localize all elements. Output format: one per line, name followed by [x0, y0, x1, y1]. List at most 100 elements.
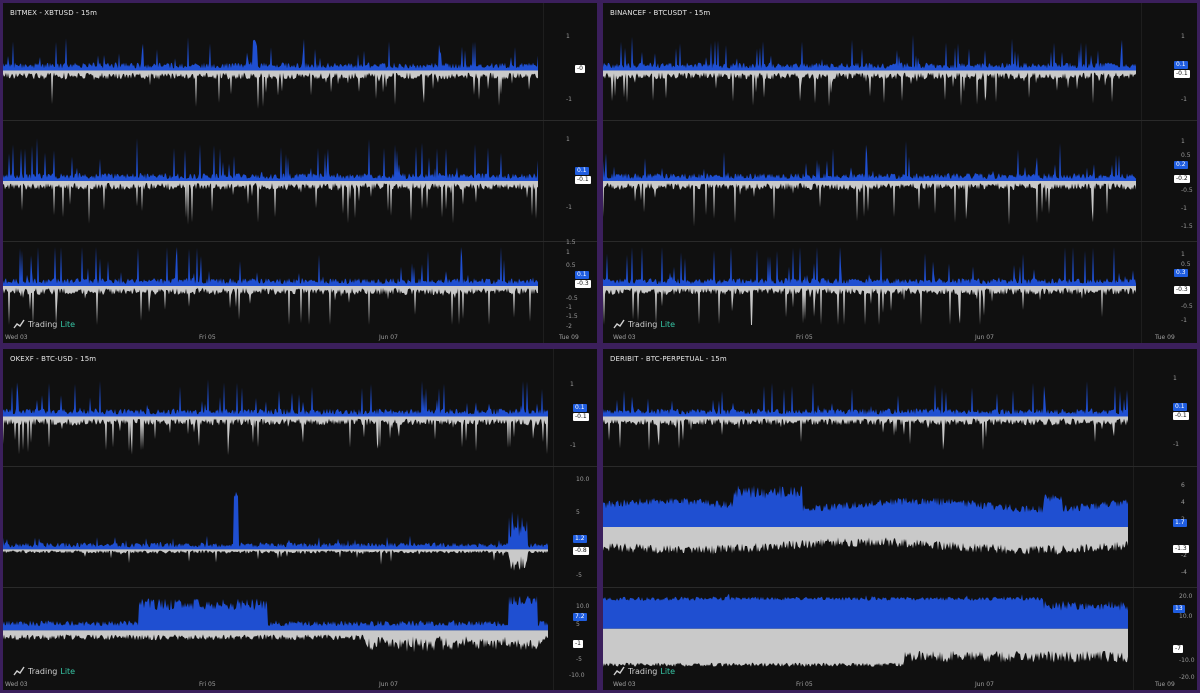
sell-volume-area	[3, 70, 538, 109]
value-badge-buy: 0.1	[575, 271, 589, 279]
delta-chart-pane-1[interactable]	[3, 369, 549, 464]
delta-chart-pane-3[interactable]	[3, 245, 539, 327]
delta-chart-pane-1[interactable]	[3, 23, 539, 118]
buy-volume-area	[603, 593, 1128, 629]
value-badge-buy: 13	[1173, 605, 1185, 613]
x-axis-label: Tue 09	[559, 334, 579, 341]
axis-tick: -5	[576, 656, 582, 663]
price-axis-divider	[1141, 3, 1142, 343]
chart-panel-binancef[interactable]: BINANCEF - BTCUSDT - 15m 1 -1 0.1 -0.1 1…	[603, 3, 1197, 343]
x-axis-label: Jun 07	[379, 334, 398, 341]
axis-tick: 0.5	[566, 262, 576, 269]
axis-tick: 10.0	[576, 603, 590, 610]
sell-volume-area	[603, 70, 1136, 107]
buy-volume-area	[3, 595, 548, 631]
tradinglite-logo: Trading Lite	[13, 666, 75, 676]
axis-tick: -10.0	[569, 672, 585, 679]
panel-title: OKEXF - BTC-USD - 15m	[10, 355, 97, 363]
axis-tick: -1	[566, 304, 572, 311]
axis-tick: 1	[1181, 138, 1185, 145]
axis-tick: -4	[1181, 569, 1187, 576]
buy-volume-area	[3, 37, 538, 71]
buy-volume-area	[603, 381, 1128, 417]
buy-volume-area	[3, 379, 548, 417]
value-badge-buy: 0.1	[1174, 61, 1188, 69]
axis-tick: 1	[566, 249, 570, 256]
axis-tick: 20.0	[1179, 593, 1193, 600]
buy-volume-area	[3, 491, 548, 550]
tradinglite-logo: Trading Lite	[13, 319, 75, 329]
axis-tick: -10.0	[1179, 657, 1195, 664]
axis-tick: -20.0	[1179, 674, 1195, 681]
logo-text-lite: Lite	[60, 319, 76, 329]
axis-tick: -1	[570, 442, 576, 449]
chart-panel-deribit[interactable]: DERIBIT - BTC-PERPETUAL - 15m 1 -1 0.1 -…	[603, 349, 1197, 690]
delta-chart-pane-1[interactable]	[603, 23, 1137, 118]
x-axis-label: Fri 05	[796, 334, 813, 341]
value-badge-buy: 0.1	[573, 404, 587, 412]
axis-tick: -2	[566, 323, 572, 330]
value-badge-sell: -0.1	[1174, 70, 1190, 78]
delta-chart-pane-2[interactable]	[3, 471, 549, 583]
panel-title: BITMEX - XBTUSD - 15m	[10, 9, 98, 17]
chart-panel-okexf[interactable]: OKEXF - BTC-USD - 15m 1 -1 0.1 -0.1 10.0…	[3, 349, 597, 690]
logo-text-lite: Lite	[660, 666, 676, 676]
logo-text-trading: Trading	[628, 666, 658, 676]
logo-text-trading: Trading	[628, 319, 658, 329]
x-axis-label: Wed 03	[5, 334, 28, 341]
value-badge-sell: -0.1	[573, 413, 589, 421]
panel-title: DERIBIT - BTC-PERPETUAL - 15m	[610, 355, 727, 363]
value-badge-sell: -7	[1173, 645, 1183, 653]
tradinglite-logo: Trading Lite	[613, 666, 675, 676]
x-axis-label: Tue 09	[1155, 681, 1175, 688]
axis-tick: -0.5	[1181, 303, 1193, 310]
delta-chart-pane-3[interactable]	[603, 245, 1137, 327]
axis-tick: 1.5	[566, 239, 576, 246]
delta-chart-pane-2[interactable]	[603, 125, 1137, 237]
price-axis-divider	[1133, 349, 1134, 690]
delta-chart-pane-3[interactable]	[603, 591, 1129, 673]
value-badge-sell: -0.3	[575, 280, 591, 288]
x-axis-label: Wed 03	[5, 681, 28, 688]
pane-separator	[603, 466, 1197, 467]
sell-volume-area	[3, 181, 538, 225]
delta-chart-pane-1[interactable]	[603, 369, 1129, 464]
value-badge-buy: 0.1	[1173, 403, 1187, 411]
delta-chart-pane-2[interactable]	[3, 125, 539, 237]
x-axis-label: Jun 07	[379, 681, 398, 688]
axis-tick: -1	[566, 96, 572, 103]
delta-chart-pane-2[interactable]	[603, 471, 1129, 583]
panel-title: BINANCEF - BTCUSDT - 15m	[610, 9, 711, 17]
dashboard: BITMEX - XBTUSD - 15m 1 -1 -0 1 -1 0.1 -…	[0, 0, 1200, 693]
logo-text-trading: Trading	[28, 666, 58, 676]
axis-tick: 1	[566, 33, 570, 40]
axis-tick: 5	[576, 621, 580, 628]
price-axis-divider	[543, 3, 544, 343]
tradinglite-logo-icon	[613, 666, 625, 676]
x-axis-label: Wed 03	[613, 681, 636, 688]
value-badge-sell: -0.1	[1173, 412, 1189, 420]
axis-tick: -5	[576, 572, 582, 579]
axis-tick: 10.0	[576, 476, 590, 483]
axis-tick: 6	[1181, 482, 1185, 489]
axis-tick: -1	[1181, 317, 1187, 324]
axis-tick: -2	[1181, 552, 1187, 559]
sell-volume-area	[3, 549, 548, 571]
pane-separator	[3, 587, 597, 588]
buy-volume-area	[3, 247, 538, 286]
axis-tick: 10.0	[1179, 613, 1193, 620]
tradinglite-logo-icon	[613, 319, 625, 329]
logo-text-trading: Trading	[28, 319, 58, 329]
logo-text-lite: Lite	[60, 666, 76, 676]
chart-panel-bitmex[interactable]: BITMEX - XBTUSD - 15m 1 -1 -0 1 -1 0.1 -…	[3, 3, 597, 343]
value-badge-sell: -0.2	[1174, 175, 1190, 183]
sell-volume-area	[3, 286, 538, 325]
value-badge-buy: 7.2	[573, 613, 587, 621]
value-badge-sell: -0.3	[1174, 286, 1190, 294]
sell-volume-area	[603, 416, 1128, 451]
pane-separator	[603, 120, 1197, 121]
delta-chart-pane-3[interactable]	[3, 591, 549, 673]
x-axis-label: Tue 09	[1155, 334, 1175, 341]
axis-tick: 1	[1181, 251, 1185, 258]
pane-separator	[3, 120, 597, 121]
